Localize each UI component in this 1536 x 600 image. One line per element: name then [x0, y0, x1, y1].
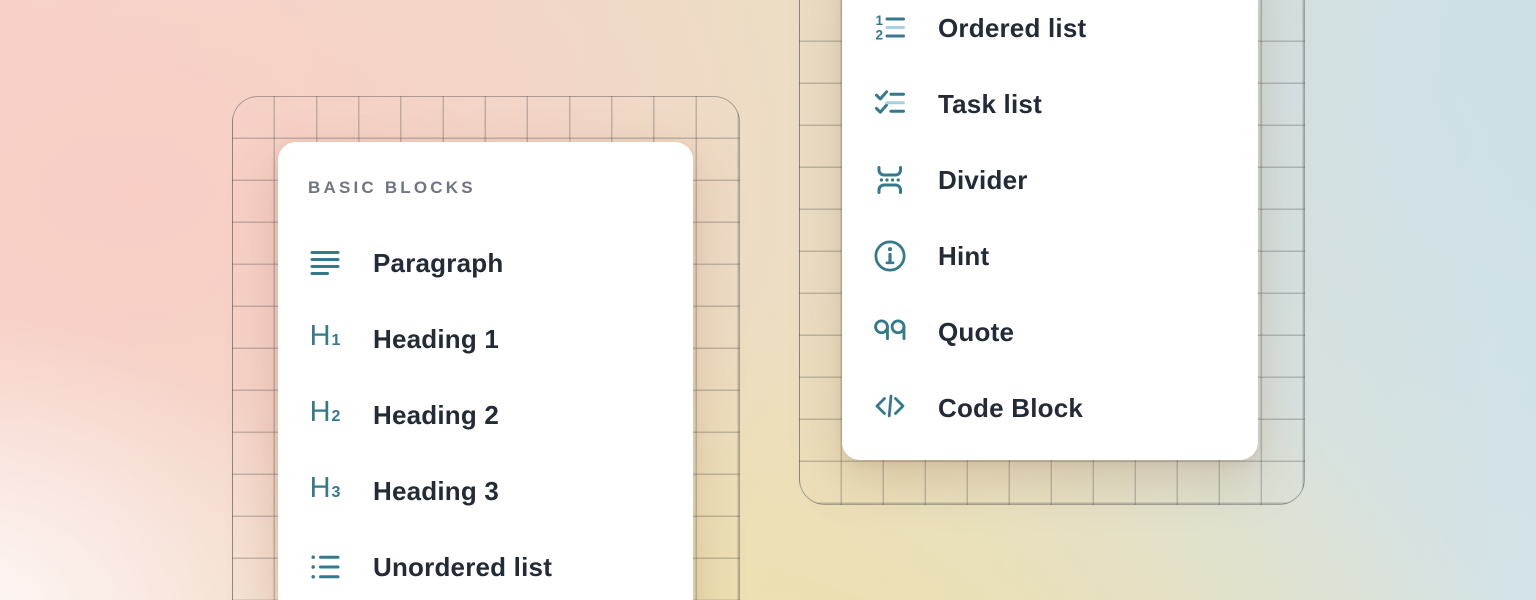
menu-item-label: Divider — [938, 165, 1028, 196]
menu-item-task-list[interactable]: Task list — [842, 66, 1258, 142]
menu-item-label: Unordered list — [373, 552, 552, 583]
blocks-menu-continued: 1 2 Ordered list Task list — [842, 0, 1258, 460]
menu-item-label: Quote — [938, 317, 1014, 348]
menu-item-label: Heading 1 — [373, 324, 499, 355]
heading-3-icon: H3 — [308, 474, 342, 508]
menu-item-label: Heading 2 — [373, 400, 499, 431]
basic-blocks-menu: BASIC BLOCKS Paragraph H1 Heading 1 H2 H… — [278, 142, 693, 600]
menu-item-code-block[interactable]: Code Block — [842, 370, 1258, 446]
code-block-icon — [873, 391, 907, 425]
svg-text:1: 1 — [876, 13, 884, 28]
menu-item-label: Code Block — [938, 393, 1083, 424]
menu-item-divider[interactable]: Divider — [842, 142, 1258, 218]
task-list-icon — [873, 87, 907, 121]
insert-block-menus-illustration: BASIC BLOCKS Paragraph H1 Heading 1 H2 H… — [0, 0, 1536, 600]
quote-icon — [873, 315, 907, 349]
menu-item-unordered-list[interactable]: Unordered list — [278, 529, 693, 600]
hint-icon — [873, 239, 907, 273]
unordered-list-icon — [308, 550, 342, 584]
heading-2-icon: H2 — [308, 398, 342, 432]
ordered-list-icon: 1 2 — [873, 11, 907, 45]
menu-item-hint[interactable]: Hint — [842, 218, 1258, 294]
menu-item-label: Heading 3 — [373, 476, 499, 507]
menu-item-label: Task list — [938, 89, 1042, 120]
menu-item-label: Ordered list — [938, 13, 1086, 44]
heading-1-icon: H1 — [308, 322, 342, 356]
divider-icon — [873, 163, 907, 197]
menu-item-heading-1[interactable]: H1 Heading 1 — [278, 301, 693, 377]
menu-item-label: Paragraph — [373, 248, 503, 279]
menu-item-label: Hint — [938, 241, 989, 272]
menu-item-quote[interactable]: Quote — [842, 294, 1258, 370]
paragraph-icon — [308, 246, 342, 280]
menu-item-ordered-list[interactable]: 1 2 Ordered list — [842, 0, 1258, 66]
menu-item-heading-2[interactable]: H2 Heading 2 — [278, 377, 693, 453]
section-label: BASIC BLOCKS — [308, 178, 693, 198]
menu-item-paragraph[interactable]: Paragraph — [278, 225, 693, 301]
svg-text:2: 2 — [876, 28, 884, 43]
menu-item-heading-3[interactable]: H3 Heading 3 — [278, 453, 693, 529]
